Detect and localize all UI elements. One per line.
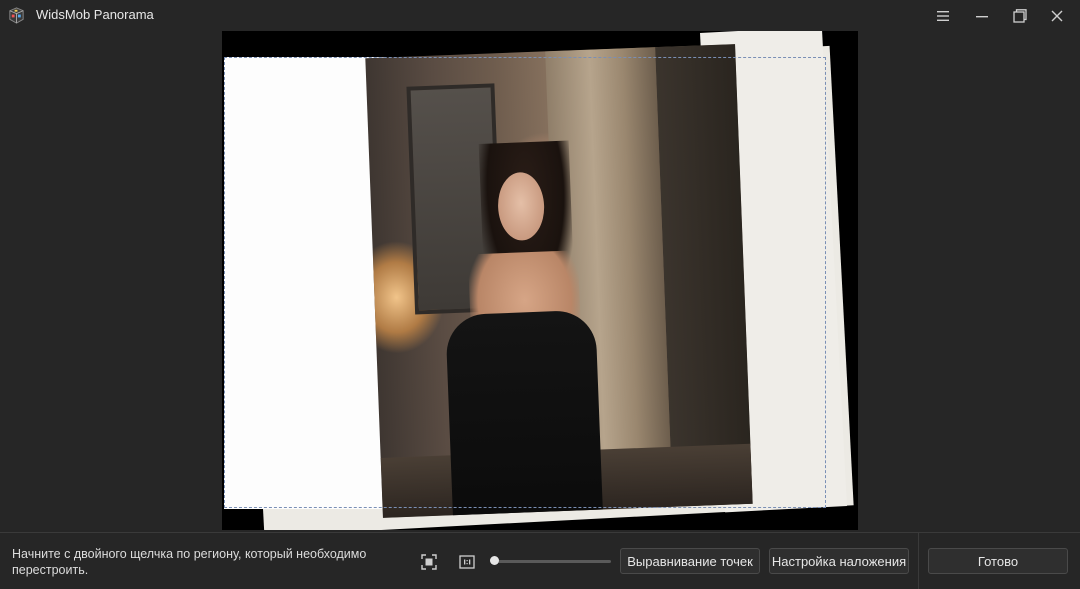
zoom-slider-track[interactable] [490, 560, 611, 563]
overlay-settings-button[interactable]: Настройка наложения [769, 548, 909, 574]
photo-dress [445, 309, 604, 518]
actual-size-icon [459, 555, 475, 569]
align-points-button[interactable]: Выравнивание точек [620, 548, 760, 574]
minimize-button[interactable] [963, 0, 1001, 31]
done-button[interactable]: Готово [928, 548, 1068, 574]
actual-size-button[interactable] [456, 551, 478, 573]
image-layer-photo[interactable] [365, 44, 753, 518]
toolbar-divider [918, 533, 919, 589]
fit-screen-icon [421, 554, 437, 570]
menu-icon [937, 10, 949, 21]
panorama-canvas[interactable] [222, 31, 858, 530]
minimize-icon [976, 15, 988, 17]
close-icon [1051, 10, 1063, 21]
hint-text: Начните с двойного щелчка по региону, ко… [12, 547, 367, 577]
window-title: WidsMob Panorama [36, 7, 154, 22]
workspace [0, 31, 1080, 532]
app-logo-icon [9, 7, 24, 24]
bottom-toolbar: Начните с двойного щелчка по региону, ко… [0, 532, 1080, 589]
zoom-slider[interactable] [490, 556, 611, 565]
zoom-slider-thumb[interactable] [490, 556, 499, 565]
maximize-icon [1013, 8, 1027, 23]
fit-to-window-button[interactable] [418, 551, 440, 573]
menu-button[interactable] [924, 0, 962, 31]
maximize-button[interactable] [1001, 0, 1039, 31]
title-bar: WidsMob Panorama [0, 0, 1080, 32]
close-button[interactable] [1038, 0, 1076, 31]
image-layer-left[interactable] [224, 57, 384, 509]
